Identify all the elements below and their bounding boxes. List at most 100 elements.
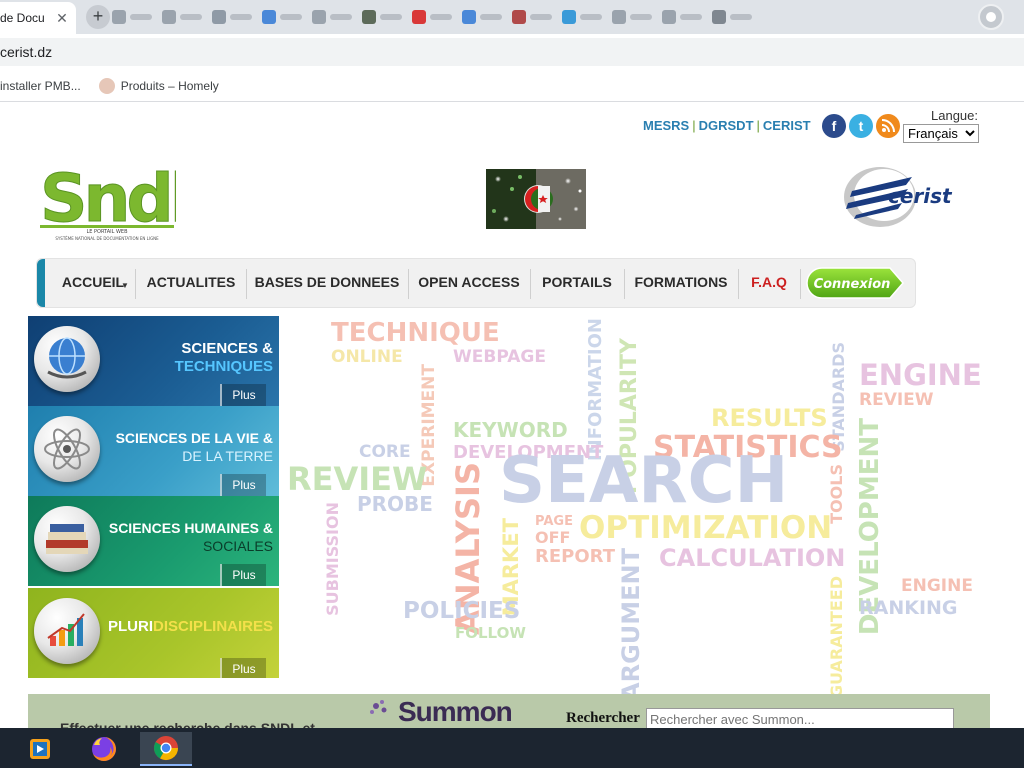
active-tab[interactable]: de Docu ✕ [0,2,76,34]
background-tab[interactable] [362,5,406,29]
background-tab[interactable] [212,5,256,29]
tab-favicon [312,10,326,24]
bookmark-label: Produits – Homely [120,78,219,93]
background-tab[interactable] [262,5,306,29]
category-sciences-vie-terre[interactable]: SCIENCES DE LA VIE & DE LA TERRE Plus [28,406,279,496]
bookmark-item[interactable]: Produits – Homely [98,77,219,94]
connexion-button[interactable]: Connexion [806,267,904,299]
os-taskbar [0,728,1024,768]
chrome-icon[interactable] [140,732,192,766]
summon-banner-text: Effectuer une recherche dans SNDL et [60,720,315,728]
tab-favicon [362,10,376,24]
web-page: MESRS | DGRSDT | CERIST f t Langue: Français… [0,103,1024,728]
chevron-down-icon[interactable]: ▼ [121,281,129,290]
background-tab[interactable] [512,5,556,29]
wordcloud-word: PROBE [357,492,433,516]
background-tab[interactable] [612,5,656,29]
facebook-icon[interactable]: f [822,114,846,138]
bookmark-favicon [98,77,115,94]
wordcloud-word: RESULTS [711,404,828,432]
sndl-logo-tagline: SYSTÈME NATIONAL DE DOCUMENTATION EN LIG… [55,236,159,241]
tab-favicon [162,10,176,24]
category-sciences-humaines[interactable]: SCIENCES HUMAINES & SOCIALES Plus [28,496,279,586]
browser-tab-strip: de Docu ✕ + [0,0,1024,34]
profile-avatar-icon[interactable] [978,4,1004,30]
wordcloud-word: PAGE [535,514,573,529]
media-player-icon[interactable] [20,732,60,766]
globe-icon [34,326,100,392]
link-mesrs[interactable]: MESRS [643,118,689,133]
plus-button[interactable]: Plus [220,564,266,586]
nav-bases-de-donnees[interactable]: BASES DE DONNEES [247,259,407,307]
wordcloud-word: ARGUMENT [617,548,645,701]
wordcloud-word: POLICIES [403,598,521,624]
wordcloud-word: ENGINE [901,576,973,596]
nav-faq[interactable]: F.A.Q [739,259,799,307]
link-dgrsdt[interactable]: DGRSDT [699,118,754,133]
category-title: SCIENCES DE LA VIE & [115,430,273,446]
category-title: PLURIDISCIPLINAIRES [107,618,273,635]
bookmarks-bar: installer PMB... Produits – Homely [0,70,1024,102]
twitter-icon[interactable]: t [849,114,873,138]
tab-favicon [612,10,626,24]
link-cerist[interactable]: CERIST [763,118,811,133]
wordcloud-word: ONLINE [331,347,403,367]
wordcloud-word: TECHNIQUE [331,318,500,348]
background-tab[interactable] [112,5,156,29]
nav-accueil-label: ACCUEIL [61,274,125,290]
address-bar[interactable]: cerist.dz [0,38,1024,66]
nav-open-access[interactable]: OPEN ACCESS [409,259,529,307]
background-tab[interactable] [312,5,356,29]
new-tab-icon[interactable]: + [86,5,110,29]
background-tab[interactable] [462,5,506,29]
wordcloud-word: REVIEW [859,390,934,410]
wordcloud-word: REPORT [535,546,615,567]
tab-favicon [412,10,426,24]
category-title: SCIENCES HUMAINES & [108,520,273,536]
plus-button[interactable]: Plus [220,658,266,678]
tab-favicon [462,10,476,24]
background-tab[interactable] [662,5,706,29]
category-title: SCIENCES & [181,340,273,357]
category-pluridisciplinaires[interactable]: PLURIDISCIPLINAIRES Plus [28,588,279,678]
background-tab[interactable] [162,5,206,29]
atom-icon [34,416,100,482]
search-input[interactable] [646,708,954,728]
nav-formations[interactable]: FORMATIONS [625,259,737,307]
tab-favicon [262,10,276,24]
plus-button[interactable]: Plus [220,474,266,496]
category-subtitle: TECHNIQUES [174,358,273,375]
wordcloud-word: FOLLOW [455,624,526,642]
background-tab[interactable] [412,5,456,29]
tab-favicon [562,10,576,24]
wordcloud-word: WEBPAGE [453,347,546,367]
category-sciences-techniques[interactable]: SCIENCES & TECHNIQUES Plus [28,316,279,406]
search-label: Rechercher [566,710,640,726]
address-bar-row: cerist.dz [0,34,1024,70]
bar-chart-icon [34,598,100,664]
bookmark-item[interactable]: installer PMB... [0,79,81,93]
summon-logo-icon [368,698,392,718]
background-tab[interactable] [562,5,606,29]
word-cloud-image: TECHNIQUE ONLINE WEBPAGE EXPERIMENT INFO… [287,314,987,701]
firefox-icon[interactable] [84,732,124,766]
wordcloud-word: ENGINE [859,358,982,392]
summon-search-banner: Effectuer une recherche dans SNDL et Sum… [28,694,990,728]
cerist-logo[interactable]: cerist [842,165,980,231]
category-subtitle: SOCIALES [202,538,273,554]
tab-close-icon[interactable]: ✕ [54,10,70,27]
background-tab[interactable] [712,5,756,29]
connexion-label: Connexion [814,277,891,292]
language-select[interactable]: Français [903,124,979,143]
summon-logo: Summon [398,696,513,727]
background-tabs [112,5,756,29]
wordcloud-word: GUARANTEED [827,576,846,699]
nav-actualites[interactable]: ACTUALITES [137,259,245,307]
sndl-logo-subtitle: LE PORTAIL WEB [86,229,128,235]
sndl-logo[interactable]: Sndl LE PORTAIL WEB SYSTÈME NATIONAL DE … [40,160,193,243]
rss-icon[interactable] [876,114,900,138]
plus-button[interactable]: Plus [220,384,266,406]
wordcloud-word: SUBMISSION [323,502,342,616]
nav-portails[interactable]: PORTAILS [531,259,623,307]
wordcloud-word: KEYWORD [453,418,568,442]
